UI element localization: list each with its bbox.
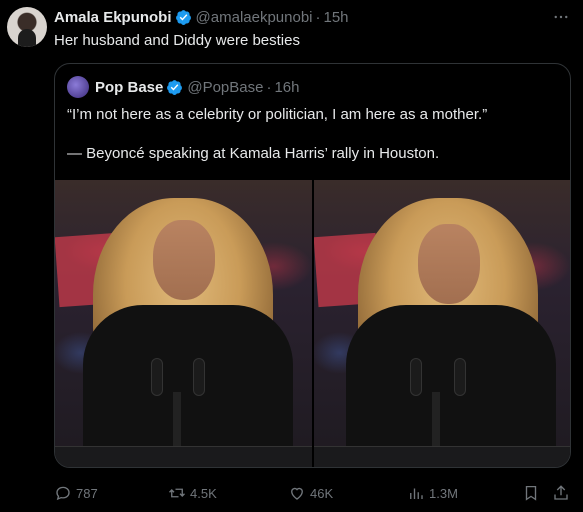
speaker-face <box>153 220 215 300</box>
repost-button[interactable]: 4.5K <box>168 482 217 504</box>
like-count: 46K <box>310 485 334 501</box>
repost-count: 4.5K <box>190 485 217 501</box>
action-bar: 787 4.5K 46K 1.3M <box>54 482 574 504</box>
author-handle[interactable]: @amalaekpunobi <box>196 9 313 26</box>
quoted-author-name: Pop Base <box>95 78 164 96</box>
quoted-post-quote: “I’m not here as a celebrity or politici… <box>67 106 488 123</box>
bookmark-button[interactable] <box>520 482 542 504</box>
more-horizontal-icon <box>554 15 568 19</box>
quoted-post-time: 16h <box>274 78 300 96</box>
author-avatar[interactable] <box>7 7 47 47</box>
quoted-author-avatar <box>67 76 89 98</box>
verified-badge-icon <box>175 9 191 25</box>
reply-count: 787 <box>76 485 98 501</box>
verified-badge-icon <box>167 79 183 95</box>
separator-dot: · <box>315 8 321 26</box>
post-time[interactable]: 15h <box>324 9 349 26</box>
more-options-button[interactable] <box>551 7 571 27</box>
author-name[interactable]: Amala Ekpunobi <box>54 9 172 26</box>
podium <box>55 446 312 467</box>
heart-icon <box>291 487 303 500</box>
repost-icon <box>169 488 185 498</box>
microphone <box>453 358 466 396</box>
separator-dot: · <box>266 78 272 96</box>
post-text: Her husband and Diddy were besties <box>54 32 300 49</box>
reply-button[interactable]: 787 <box>54 482 98 504</box>
like-button[interactable]: 46K <box>288 482 333 504</box>
microphone <box>193 358 205 396</box>
speaker-face <box>417 224 480 304</box>
quoted-author-handle: @PopBase <box>187 78 264 96</box>
mic-stand <box>431 392 440 452</box>
podium <box>313 446 570 467</box>
share-icon <box>554 485 568 500</box>
media-grid <box>55 180 570 467</box>
quoted-post-header: Pop Base @PopBase · 16h <box>67 76 300 98</box>
photo-2[interactable] <box>313 180 570 467</box>
post[interactable]: Amala Ekpunobi @amalaekpunobi · 15h Her … <box>0 0 583 512</box>
quoted-post[interactable]: Pop Base @PopBase · 16h “I’m not here as… <box>54 63 571 468</box>
photo-1[interactable] <box>55 180 312 467</box>
microphone <box>409 358 422 396</box>
post-header: Amala Ekpunobi @amalaekpunobi · 15h <box>54 7 349 27</box>
speaker-body <box>83 305 293 467</box>
share-button[interactable] <box>550 482 572 504</box>
reply-icon <box>56 486 70 501</box>
mic-stand <box>173 392 181 452</box>
microphone <box>151 358 163 396</box>
speaker-body <box>345 305 556 467</box>
quoted-post-attribution: — Beyoncé speaking at Kamala Harris’ ral… <box>67 145 440 162</box>
views-bar-chart-icon <box>410 488 423 499</box>
views-button[interactable]: 1.3M <box>407 482 458 504</box>
view-count: 1.3M <box>429 485 458 501</box>
bookmark-icon <box>525 485 537 501</box>
